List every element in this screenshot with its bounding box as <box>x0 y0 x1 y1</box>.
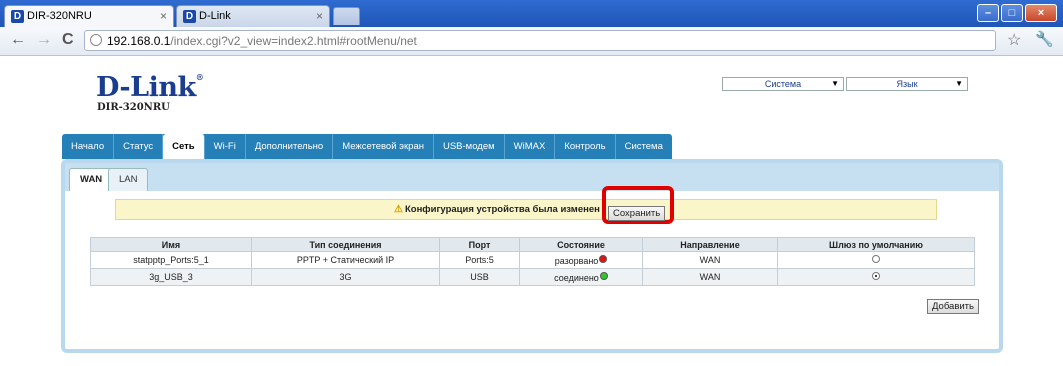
close-window-button[interactable]: × <box>1025 4 1057 22</box>
wan-connections-table: Имя Тип соединения Порт Состояние Направ… <box>90 237 975 286</box>
notice-text: Конфигурация устройства была изменен <box>404 204 600 215</box>
cell-direction: WAN <box>642 251 778 269</box>
back-arrow-icon[interactable]: ← <box>10 31 26 49</box>
sub-nav: WAN LAN <box>65 163 999 191</box>
tab-title: DIR-320NRU <box>27 10 92 22</box>
cell-port: USB <box>439 268 520 286</box>
nav-wimax[interactable]: WiMAX <box>505 134 556 159</box>
tab-wan[interactable]: WAN <box>69 168 114 191</box>
tab-title: D-Link <box>199 10 231 22</box>
browser-tab-dir320nru[interactable]: D DIR-320NRU × <box>4 5 174 27</box>
default-gateway-radio[interactable] <box>872 255 880 263</box>
config-changed-notice: ⚠ Конфигурация устройства была изменен <box>115 199 937 220</box>
minimize-button[interactable]: – <box>977 4 999 22</box>
maximize-button[interactable]: □ <box>1001 4 1023 22</box>
bookmark-star-icon[interactable]: ☆ <box>1007 30 1021 50</box>
nav-control[interactable]: Контроль <box>555 134 616 159</box>
page-icon <box>90 34 102 46</box>
cell-default-gateway <box>777 251 975 269</box>
tab-close-icon[interactable]: × <box>316 9 323 23</box>
tab-lan[interactable]: LAN <box>108 168 149 191</box>
nav-wifi[interactable]: Wi-Fi <box>205 134 246 159</box>
col-default-gateway: Шлюз по умолчанию <box>777 237 975 252</box>
dlink-favicon-icon: D <box>183 10 196 23</box>
wrench-icon[interactable]: 🔧 <box>1035 30 1054 48</box>
language-select[interactable]: Язык ▼ <box>846 77 968 91</box>
forward-arrow-icon[interactable]: → <box>36 31 52 49</box>
status-disconnected-icon <box>599 254 608 263</box>
cell-type: 3G <box>251 268 440 286</box>
browser-toolbar: ← → C 192.168.0.1/index.cgi?v2_view=inde… <box>0 27 1063 56</box>
cell-name[interactable]: 3g_USB_3 <box>90 268 252 286</box>
col-state: Состояние <box>519 237 643 252</box>
nav-network[interactable]: Сеть <box>163 134 205 159</box>
nav-usb-modem[interactable]: USB-модем <box>434 134 505 159</box>
cell-direction: WAN <box>642 268 778 286</box>
dlink-favicon-icon: D <box>11 10 24 23</box>
dlink-logo: D-Link® <box>96 72 204 103</box>
cell-type: PPTP + Статический IP <box>251 251 440 269</box>
cell-state: соединено <box>519 268 643 286</box>
system-select[interactable]: Система ▼ <box>722 77 844 91</box>
col-port: Порт <box>439 237 520 252</box>
new-tab-button[interactable] <box>333 7 360 25</box>
nav-status[interactable]: Статус <box>114 134 164 159</box>
cell-state: разорвано <box>519 251 643 269</box>
cell-default-gateway <box>777 268 975 286</box>
default-gateway-radio[interactable] <box>872 272 880 280</box>
address-bar[interactable]: 192.168.0.1/index.cgi?v2_view=index2.htm… <box>84 30 996 51</box>
cell-name[interactable]: statpptp_Ports:5_1 <box>90 251 252 269</box>
tab-close-icon[interactable]: × <box>160 9 167 23</box>
browser-tab-dlink[interactable]: D D-Link × <box>176 5 330 27</box>
col-type: Тип соединения <box>251 237 440 252</box>
browser-titlebar: D DIR-320NRU × D D-Link × – □ × <box>0 0 1063 27</box>
col-direction: Направление <box>642 237 778 252</box>
save-button[interactable]: Сохранить <box>608 206 666 221</box>
table-row[interactable]: 3g_USB_3 3G USB соединено WAN <box>90 268 975 286</box>
content-panel: WAN LAN ⚠ Конфигурация устройства была из… <box>61 159 1003 353</box>
nav-home[interactable]: Начало <box>62 134 115 159</box>
main-nav: Начало Статус Сеть Wi-Fi Дополнительно М… <box>62 134 672 159</box>
chevron-down-icon: ▼ <box>831 79 839 88</box>
col-name: Имя <box>90 237 252 252</box>
add-button[interactable]: Добавить <box>927 299 979 314</box>
status-connected-icon <box>599 271 608 280</box>
cell-port: Ports:5 <box>439 251 520 269</box>
warning-icon: ⚠ <box>394 204 403 215</box>
chevron-down-icon: ▼ <box>955 79 963 88</box>
nav-firewall[interactable]: Межсетевой экран <box>333 134 434 159</box>
nav-system[interactable]: Система <box>616 134 672 159</box>
reload-icon[interactable]: C <box>62 31 74 49</box>
url-text: 192.168.0.1/index.cgi?v2_view=index2.htm… <box>107 34 417 48</box>
nav-advanced[interactable]: Дополнительно <box>246 134 334 159</box>
table-row[interactable]: statpptp_Ports:5_1 PPTP + Статический IP… <box>90 251 975 269</box>
model-name: DIR-320NRU <box>97 102 170 113</box>
